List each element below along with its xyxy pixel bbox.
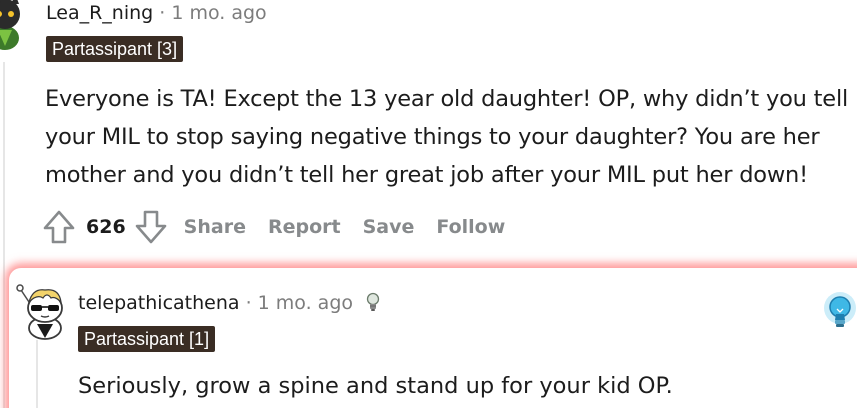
- lightbulb-icon[interactable]: [365, 292, 381, 314]
- thread-line[interactable]: [3, 62, 5, 408]
- share-button[interactable]: Share: [184, 216, 246, 238]
- arrow-down-outline-icon[interactable]: [134, 209, 168, 245]
- comment-body-line: your MIL to stop saying negative things …: [45, 124, 820, 150]
- user-avatar[interactable]: [0, 0, 26, 52]
- timestamp[interactable]: 1 mo. ago: [258, 290, 353, 316]
- username[interactable]: telepathicathena: [78, 290, 240, 316]
- comment-body-line: mother and you didn’t tell her great job…: [45, 162, 808, 188]
- comment-body-line: Everyone is TA! Except the 13 year old d…: [45, 86, 849, 112]
- comment-body: Seriously, grow a spine and stand up for…: [78, 373, 673, 399]
- comment-header: telepathicathena · 1 mo. ago: [78, 290, 381, 316]
- user-flair: Partassipant [1]: [78, 326, 216, 352]
- comment-body: Everyone is TA! Except the 13 year old d…: [45, 80, 857, 194]
- comment-action-bar: 626 Share Report Save Follow: [42, 208, 505, 246]
- save-button[interactable]: Save: [363, 216, 415, 238]
- user-avatar[interactable]: [15, 280, 67, 340]
- glowing-lightbulb-award-icon[interactable]: [821, 292, 857, 334]
- user-flair: Partassipant [3]: [46, 36, 184, 62]
- arrow-up-outline-icon[interactable]: [42, 209, 76, 245]
- report-button[interactable]: Report: [268, 216, 341, 238]
- username[interactable]: Lea_R_ning: [46, 2, 153, 24]
- timestamp[interactable]: 1 mo. ago: [171, 2, 266, 24]
- meta-separator: ·: [239, 292, 258, 314]
- comment-thread: Lea_R_ning · 1 mo. ago Partassipant [3] …: [0, 0, 857, 408]
- thread-line[interactable]: [36, 340, 38, 408]
- comment-header: Lea_R_ning · 1 mo. ago: [46, 0, 267, 26]
- follow-button[interactable]: Follow: [436, 216, 505, 238]
- vote-count: 626: [86, 216, 126, 238]
- meta-separator: ·: [153, 2, 172, 24]
